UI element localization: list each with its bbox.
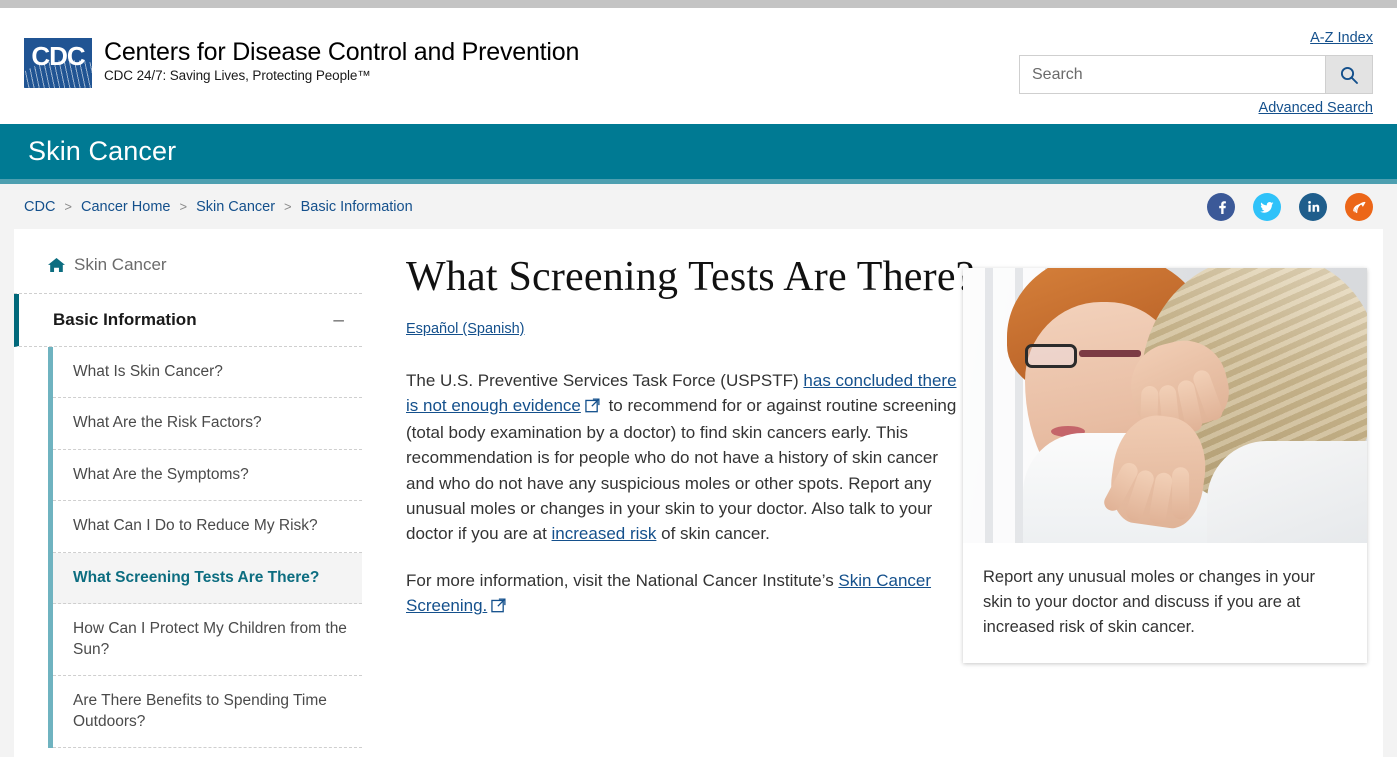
sidebar-item-screening-tests[interactable]: What Screening Tests Are There? <box>53 552 362 605</box>
sidebar-home-link[interactable]: Skin Cancer <box>14 255 362 275</box>
sidebar-nav: Skin Cancer Basic Information – What Is … <box>14 229 362 757</box>
breadcrumb-item-basic-information[interactable]: Basic Information <box>301 199 413 215</box>
twitter-icon[interactable] <box>1253 192 1281 221</box>
cdc-logo-text: Centers for Disease Control and Preventi… <box>104 38 580 84</box>
advanced-search-link[interactable]: Advanced Search <box>1259 100 1373 116</box>
syndicate-icon[interactable] <box>1345 192 1373 221</box>
cdc-logo[interactable]: CDC Centers for Disease Control and Prev… <box>24 38 579 88</box>
sidebar-item-reduce-my-risk[interactable]: What Can I Do to Reduce My Risk? <box>53 501 362 553</box>
breadcrumb-separator: > <box>284 199 292 214</box>
breadcrumb-strip: CDC > Cancer Home > Skin Cancer > Basic … <box>0 184 1397 229</box>
breadcrumb-separator: > <box>64 199 73 214</box>
breadcrumb-separator: > <box>179 199 188 214</box>
page-root: CDC Centers for Disease Control and Prev… <box>0 0 1397 757</box>
increased-risk-link[interactable]: increased risk <box>552 524 657 543</box>
facebook-icon[interactable] <box>1207 192 1235 221</box>
content-area: Skin Cancer Basic Information – What Is … <box>14 229 1383 757</box>
linkedin-icon[interactable] <box>1299 192 1327 221</box>
page-banner: Skin Cancer <box>0 124 1397 184</box>
sidebar-group-label: Basic Information <box>53 310 197 329</box>
cdc-logo-mark: CDC <box>24 38 92 88</box>
cdc-logo-letters: CDC <box>31 41 85 71</box>
external-link-icon[interactable] <box>491 595 506 620</box>
main-column: What Screening Tests Are There? Español … <box>362 229 1383 757</box>
sidebar-item-benefits-outdoors[interactable]: Are There Benefits to Spending Time Outd… <box>53 676 362 749</box>
sidebar-group-statistics[interactable]: Statistics + <box>14 748 362 757</box>
a-z-index-link[interactable]: A-Z Index <box>1310 30 1373 46</box>
social-share-bar <box>1207 192 1373 221</box>
sidebar-item-risk-factors[interactable]: What Are the Risk Factors? <box>53 398 362 450</box>
top-gray-bar <box>0 0 1397 8</box>
body-text: The U.S. Preventive Services Task Force … <box>406 368 964 620</box>
p2-text-part1: For more information, visit the National… <box>406 571 839 591</box>
org-tagline: CDC 24/7: Saving Lives, Protecting Peopl… <box>104 68 371 84</box>
skin-exam-photo <box>963 268 1367 543</box>
sidebar-group-header[interactable]: Basic Information – <box>14 294 362 347</box>
banner-title: Skin Cancer <box>28 136 177 166</box>
breadcrumb-item-cdc[interactable]: CDC <box>24 199 55 215</box>
site-header: CDC Centers for Disease Control and Prev… <box>0 8 1397 124</box>
collapse-toggle-icon[interactable]: – <box>333 311 344 330</box>
search-icon <box>1340 66 1358 84</box>
figure-card: Report any unusual moles or changes in y… <box>963 268 1367 664</box>
figure-caption: Report any unusual moles or changes in y… <box>983 568 1316 636</box>
paragraph-2: For more information, visit the National… <box>406 568 964 620</box>
sidebar-item-symptoms[interactable]: What Are the Symptoms? <box>53 450 362 502</box>
p1-text-part3: of skin cancer. <box>656 523 770 543</box>
search-input[interactable] <box>1020 56 1325 93</box>
paragraph-1: The U.S. Preventive Services Task Force … <box>406 368 964 546</box>
org-name: Centers for Disease Control and Preventi… <box>104 38 580 66</box>
spanish-language-link[interactable]: Español (Spanish) <box>406 321 525 337</box>
sidebar-sub-list: What Is Skin Cancer? What Are the Risk F… <box>48 347 362 749</box>
p1-text-part2: to recommend for or against routine scre… <box>406 396 957 543</box>
search-button[interactable] <box>1325 56 1372 93</box>
p1-text-part1: The U.S. Preventive Services Task Force … <box>406 371 804 390</box>
external-link-icon[interactable] <box>585 395 600 420</box>
breadcrumb-item-skin-cancer[interactable]: Skin Cancer <box>196 199 275 215</box>
home-icon <box>48 257 65 273</box>
sidebar-item-protect-my-children[interactable]: How Can I Protect My Children from the S… <box>53 604 362 677</box>
breadcrumb-item-cancer-home[interactable]: Cancer Home <box>81 199 170 215</box>
sidebar-home-label: Skin Cancer <box>74 255 167 274</box>
sidebar-item-what-is-skin-cancer[interactable]: What Is Skin Cancer? <box>53 347 362 399</box>
breadcrumb: CDC > Cancer Home > Skin Cancer > Basic … <box>24 199 413 215</box>
search-bar <box>1019 55 1373 94</box>
sidebar-group-basic-information: Basic Information – What Is Skin Cancer?… <box>14 293 362 749</box>
